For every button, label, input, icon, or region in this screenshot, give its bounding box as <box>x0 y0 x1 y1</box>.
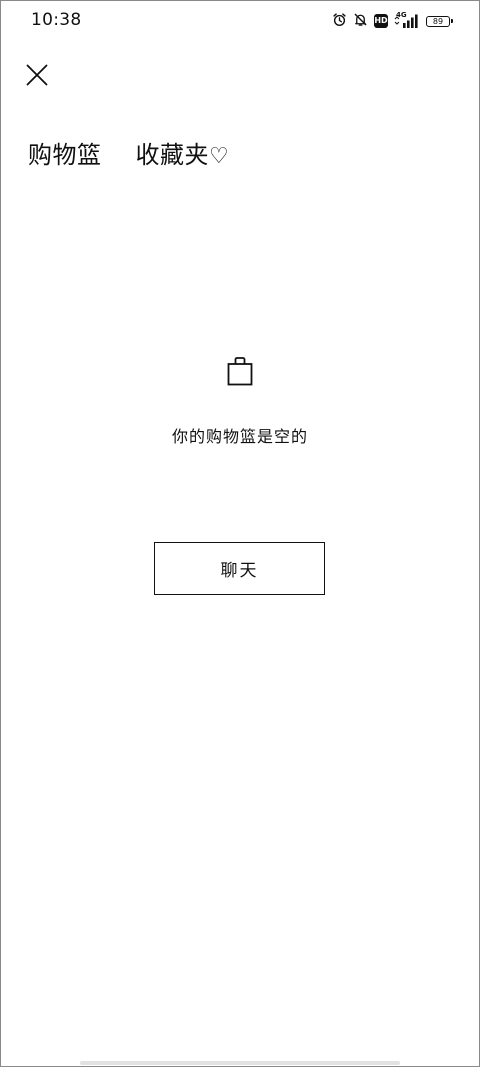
tab-favorites-label: 收藏夹 <box>135 141 209 169</box>
empty-basket-message: 你的购物篮是空的 <box>171 427 308 446</box>
tab-shopping-basket[interactable]: 购物篮 <box>28 135 102 170</box>
chat-button[interactable]: 聊天 <box>154 542 325 595</box>
heart-icon: ♡ <box>209 144 230 169</box>
gesture-bar[interactable] <box>80 1061 400 1065</box>
status-icons: HD 4G 89 <box>332 11 453 31</box>
mute-bell-icon <box>353 12 368 31</box>
tab-bar: 购物篮 收藏夹♡ <box>28 135 229 170</box>
shopping-bag-icon <box>227 356 253 386</box>
battery-icon: 89 <box>426 15 453 27</box>
tab-favorites[interactable]: 收藏夹♡ <box>136 135 230 170</box>
close-icon <box>26 64 48 86</box>
close-button[interactable] <box>26 64 48 86</box>
alarm-icon <box>332 12 347 31</box>
signal-icon: 4G <box>394 11 420 29</box>
hd-icon: HD <box>374 14 388 28</box>
status-time: 10:38 <box>31 10 82 30</box>
status-bar: 10:38 HD 4G 89 <box>0 0 480 40</box>
